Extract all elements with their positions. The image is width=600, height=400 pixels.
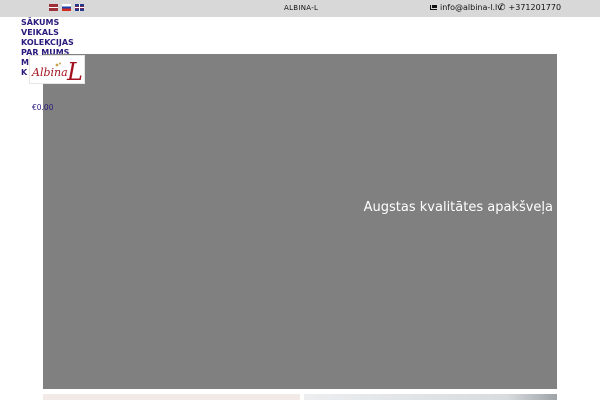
latvia-flag-icon[interactable] xyxy=(49,4,58,11)
hero-banner: Augstas kvalitātes apakšveļa xyxy=(43,54,557,389)
hero-title: Augstas kvalitātes apakšveļa xyxy=(363,200,553,215)
phone-icon: ✆ xyxy=(498,2,506,13)
nav-item-collections[interactable]: KOLEKCIJAS xyxy=(21,38,74,48)
uk-flag-icon[interactable] xyxy=(75,4,84,11)
russia-flag-icon[interactable] xyxy=(62,4,71,11)
top-bar: ALBINA-L info@albina-l.lv ✆ +371201770 xyxy=(0,0,600,17)
email-text[interactable]: info@albina-l.lv xyxy=(440,3,502,12)
site-logo[interactable]: Albina L xyxy=(29,55,85,84)
svg-text:L: L xyxy=(66,58,83,84)
logo-graphic: Albina L xyxy=(31,58,83,84)
nav-item-home[interactable]: SĀKUMS xyxy=(21,18,74,28)
phone-text[interactable]: +371201770 xyxy=(509,3,562,12)
category-tiles xyxy=(43,394,557,400)
nav-item-shop[interactable]: VEIKALS xyxy=(21,28,74,38)
envelope-icon xyxy=(430,5,437,10)
email-contact[interactable]: info@albina-l.lv xyxy=(430,3,502,12)
cart-total[interactable]: €0.00 xyxy=(32,103,53,112)
svg-text:Albina: Albina xyxy=(31,66,68,79)
category-tile[interactable] xyxy=(43,394,300,400)
phone-contact[interactable]: ✆ +371201770 xyxy=(498,3,561,12)
site-brand: ALBINA-L xyxy=(284,4,319,12)
category-tile[interactable] xyxy=(304,394,557,400)
language-switcher xyxy=(49,4,84,11)
